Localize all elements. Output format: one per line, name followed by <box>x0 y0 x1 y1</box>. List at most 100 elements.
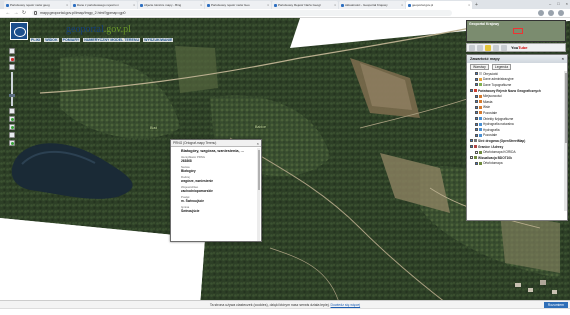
close-icon[interactable]: × <box>200 3 202 7</box>
layers-tabs: Warstwy Legenda <box>467 63 567 71</box>
tab-label: Państwowy rejestr nazw Geo <box>211 3 250 7</box>
favicon-icon <box>6 3 9 7</box>
share-icon[interactable] <box>493 44 499 51</box>
menu-widok[interactable]: WIDOK <box>44 38 59 42</box>
favicon-icon <box>140 3 143 7</box>
close-icon[interactable]: × <box>267 3 269 7</box>
close-icon[interactable]: × <box>66 3 68 7</box>
layer-checkbox[interactable] <box>475 128 478 132</box>
help-icon[interactable] <box>469 44 475 51</box>
layer-checkbox[interactable] <box>470 139 473 143</box>
browser-tab[interactable]: Państwowy Rejestr Nazw Geogr × <box>272 1 338 9</box>
pan-icon[interactable] <box>9 48 15 54</box>
layer-row[interactable]: Ortofotomapa <box>470 161 567 167</box>
layer-swatch-icon <box>479 100 482 104</box>
map-place-label[interactable]: Babice <box>255 125 266 129</box>
geoportal-logo-icon[interactable] <box>10 22 28 40</box>
bookmark-icon[interactable] <box>485 44 491 51</box>
layer-checkbox[interactable] <box>475 111 478 115</box>
layer-checkbox[interactable] <box>470 156 473 160</box>
layer-checkbox[interactable] <box>475 94 478 98</box>
print-icon[interactable] <box>9 132 15 138</box>
browser-tab[interactable]: Państwowy rejestr nazw geog × <box>4 1 70 9</box>
zoom-slider[interactable] <box>9 72 15 106</box>
maximize-icon[interactable]: □ <box>557 0 559 8</box>
close-icon[interactable]: × <box>468 3 470 7</box>
close-icon[interactable]: × <box>257 140 259 147</box>
popup-scrollbar[interactable] <box>257 148 260 241</box>
browser-tab-active[interactable]: geoportal.gov.pl × <box>406 1 472 9</box>
back-icon[interactable]: ← <box>4 10 12 16</box>
favicon-icon <box>408 3 411 7</box>
popup-field: Rodzaj wzgórze, wzniesienie <box>181 175 257 183</box>
layer-label: Pozostałe <box>483 133 497 138</box>
layer-checkbox[interactable] <box>475 105 478 109</box>
popup-field: Identyfikator PRNG 263868 <box>181 155 257 163</box>
close-icon[interactable]: × <box>334 3 336 7</box>
fullscreen-icon[interactable] <box>501 44 507 51</box>
layer-swatch-icon <box>479 150 482 154</box>
field-value: Świnoujście <box>181 209 200 213</box>
layer-label: Dane administracyjne <box>483 77 514 82</box>
menu-pomiary[interactable]: POMIARY <box>61 38 81 42</box>
cookie-link[interactable]: Dowiedz się więcej <box>331 303 361 307</box>
cookie-bar: Ta strona używa ciasteczek (cookies), dz… <box>0 300 570 308</box>
layer-checkbox[interactable] <box>470 145 473 149</box>
overview-map[interactable]: Geoportal Krajowy <box>466 20 566 42</box>
info-icon[interactable] <box>9 56 15 62</box>
zoom-in-icon[interactable] <box>9 64 15 70</box>
layer-checkbox[interactable] <box>475 77 478 81</box>
field-value: wzgórze, wzniesienie <box>181 179 214 183</box>
layer-checkbox[interactable] <box>475 122 478 126</box>
layer-checkbox[interactable] <box>475 72 478 76</box>
layer-checkbox[interactable] <box>475 83 478 87</box>
menu-icon[interactable] <box>558 10 564 16</box>
logo-domain: .gov.pl <box>103 24 131 35</box>
layer-checkbox[interactable] <box>475 117 478 121</box>
youtube-tube: Tube <box>518 45 528 50</box>
main-menu: PLIKI WIDOK POMIARY NUMERYCZNY MODEL TER… <box>30 38 174 42</box>
favicon-icon <box>274 3 277 7</box>
close-icon[interactable]: × <box>133 3 135 7</box>
reload-icon[interactable]: ↻ <box>20 10 28 16</box>
tab-label: Dane z państwowego rejestru n <box>77 3 120 7</box>
layers-scrollbar[interactable] <box>564 71 567 211</box>
map-place-label[interactable]: Bład <box>150 126 157 130</box>
close-window-icon[interactable]: × <box>566 0 568 8</box>
measure-icon[interactable] <box>9 124 15 130</box>
browser-tab[interactable]: Aktualności - Geoportal Krajowy × <box>339 1 405 9</box>
menu-wyszukiwanie[interactable]: WYSZUKIWANIE <box>143 38 174 42</box>
url-text: mapy.geoportal.gov.pl/imap/Imgp_2.html?g… <box>40 11 126 15</box>
layer-checkbox[interactable] <box>475 133 478 137</box>
extension-icon[interactable] <box>538 10 544 16</box>
new-tab-button[interactable]: + <box>475 1 478 9</box>
layers-icon[interactable] <box>9 140 15 146</box>
popup-header: PRNG (Ortograf-mapy Terenu) × <box>171 140 261 147</box>
menu-pliki[interactable]: PLIKI <box>30 38 42 42</box>
close-icon[interactable]: × <box>562 55 564 63</box>
geoportal-title[interactable]: geoportal.gov.pl <box>66 24 131 35</box>
menu-nmt[interactable]: NUMERYCZNY MODEL TERENU <box>83 38 141 42</box>
youtube-link[interactable]: YouTube <box>511 45 528 50</box>
minimize-icon[interactable]: – <box>549 0 551 8</box>
overview-extent[interactable] <box>513 28 523 34</box>
tab-warstwy[interactable]: Warstwy <box>470 64 489 70</box>
map-canvas[interactable]: geoportal.gov.pl PLIKI WIDOK POMIARY NUM… <box>0 18 570 306</box>
forward-icon[interactable]: → <box>12 10 20 16</box>
tab-legenda[interactable]: Legenda <box>491 64 512 70</box>
browser-tab[interactable]: Dane z państwowego rejestru n × <box>71 1 137 9</box>
layer-checkbox[interactable] <box>475 100 478 104</box>
browser-tab[interactable]: Państwowy rejestr nazw Geo × <box>205 1 271 9</box>
layer-swatch-icon <box>479 133 482 137</box>
locate-icon[interactable] <box>9 116 15 122</box>
zoom-out-icon[interactable] <box>9 108 15 114</box>
close-icon[interactable]: × <box>401 3 403 7</box>
settings-icon[interactable] <box>477 44 483 51</box>
layer-checkbox[interactable] <box>475 150 478 154</box>
browser-tab[interactable]: zdjecie lotnicze mapy - Bing × <box>138 1 204 9</box>
layer-checkbox[interactable] <box>475 161 478 165</box>
url-input[interactable]: mapy.geoportal.gov.pl/imap/Imgp_2.html?g… <box>32 10 452 16</box>
profile-icon[interactable] <box>548 10 554 16</box>
layer-swatch-icon <box>474 139 477 143</box>
layer-checkbox[interactable] <box>470 89 473 93</box>
